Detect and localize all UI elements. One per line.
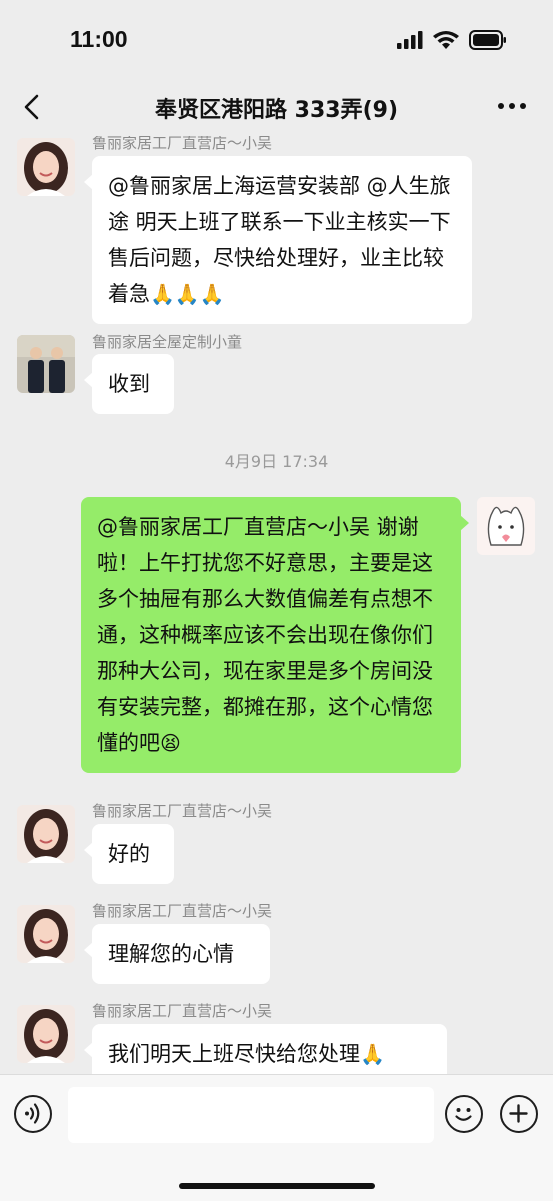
message-bubble[interactable]: 收到 [84,354,174,414]
message-bubble[interactable]: 理解您的心情 [84,924,270,984]
message-text: 好的 [108,842,150,866]
wifi-icon [433,30,459,49]
avatar[interactable] [17,1005,75,1063]
message-bubble[interactable]: @鲁丽家居工厂直营店～小吴 谢谢啦！上午打扰您不好意思，主要是这多个抽屉有那么大… [81,497,469,773]
message-bubble[interactable]: 好的 [84,824,174,884]
status-icons [397,30,507,50]
nav-bar: 奉贤区港阳路 333弄(9) [0,82,553,136]
more-icon[interactable] [497,96,527,116]
battery-icon [469,30,506,50]
chat-title: 奉贤区港阳路 333弄(9) [155,98,398,123]
sender-name: 鲁丽家居工厂直营店～小吴 [92,902,273,920]
avatar[interactable] [17,335,75,393]
more-functions-button[interactable] [500,1095,538,1133]
voice-icon [25,1103,40,1124]
input-bar [0,1074,553,1201]
message-text: 理解您的心情 [108,942,234,966]
sender-name: 鲁丽家居工厂直营店～小吴 [92,1002,273,1020]
avatar[interactable] [17,805,75,863]
avatar[interactable] [17,905,75,963]
chat-message-list[interactable]: 鲁丽家居工厂直营店～小吴 @鲁丽家居上海运营安装部 @人生旅途 明天上班了联系一… [0,136,553,1074]
sender-name: 鲁丽家居工厂直营店～小吴 [92,802,273,820]
message-input[interactable] [68,1087,434,1143]
message-bubble[interactable]: @鲁丽家居上海运营安装部 @人生旅途 明天上班了联系一下业主核实一下售后问题，尽… [84,156,472,324]
sender-name: 鲁丽家居全屋定制小童 [92,333,243,351]
home-indicator [179,1183,375,1189]
avatar[interactable] [17,138,75,196]
avatar[interactable] [477,497,535,555]
smiley-icon [455,1108,472,1121]
emoji-button[interactable] [445,1095,483,1133]
message-text: 收到 [108,372,150,396]
message-text: @鲁丽家居工厂直营店～小吴 谢谢啦！上午打扰您不好意思，主要是这多个抽屉有那么大… [97,515,433,755]
voice-button[interactable] [14,1095,52,1133]
message-text: 我们明天上班尽快给您处理 [108,1042,360,1066]
pray-emoji: 🙏 [360,1042,385,1066]
pray-emoji: 🙏🙏🙏 [150,282,225,306]
sender-name: 鲁丽家居工厂直营店～小吴 [92,136,273,152]
plus-icon [509,1104,528,1123]
signal-icon [397,31,423,49]
message-bubble[interactable]: 我们明天上班尽快给您处理🙏 [84,1024,447,1074]
tired-face-emoji: 😫 [160,731,181,755]
status-time: 11:00 [70,26,128,52]
timestamp: 4月9日 17:34 [224,452,329,471]
status-bar: 11:00 [0,0,553,82]
